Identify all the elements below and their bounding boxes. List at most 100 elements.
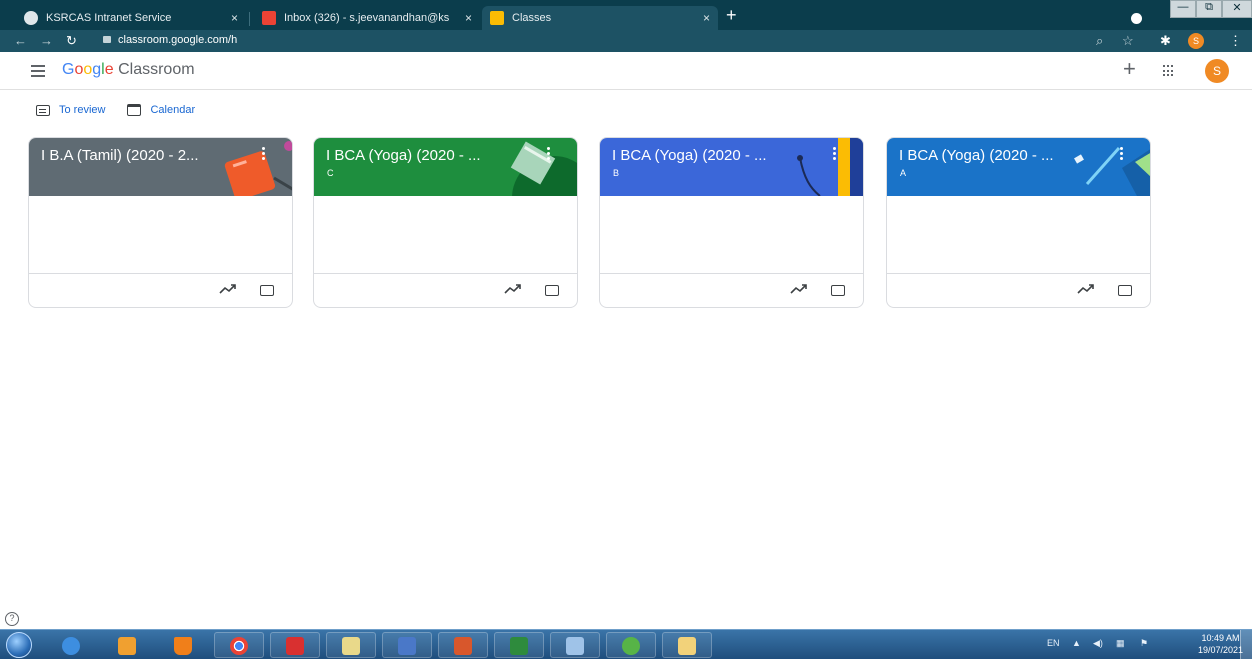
- bookmark-star-icon[interactable]: ☆: [1122, 33, 1134, 49]
- create-join-button[interactable]: +: [1123, 58, 1136, 80]
- class-banner[interactable]: I B.A (Tamil) (2020 - 2...: [29, 138, 292, 196]
- class-section: C: [327, 168, 334, 178]
- pencil-illustration-icon: [1074, 147, 1150, 196]
- class-options-icon[interactable]: [262, 147, 265, 160]
- help-icon[interactable]: ?: [5, 612, 19, 626]
- class-title[interactable]: I BCA (Yoga) (2020 - ...: [899, 147, 1054, 164]
- trending-icon[interactable]: [790, 283, 808, 295]
- account-avatar[interactable]: S: [1205, 59, 1229, 83]
- system-clock[interactable]: 10:49 AM 19/07/2021: [1198, 632, 1243, 656]
- class-card-footer: [314, 274, 577, 307]
- class-banner[interactable]: I BCA (Yoga) (2020 - ... B: [600, 138, 863, 196]
- trending-icon[interactable]: [219, 283, 237, 295]
- classroom-header: Google Classroom + S: [0, 52, 1252, 90]
- utorrent-button[interactable]: [606, 632, 656, 658]
- browser-tabstrip: KSRCAS Intranet Service × Inbox (326) - …: [0, 0, 1252, 30]
- lock-icon: [103, 36, 111, 43]
- class-card-body: [600, 196, 863, 274]
- book-illustration-icon: [224, 141, 292, 196]
- tab-close-icon[interactable]: ×: [703, 11, 710, 25]
- class-options-icon[interactable]: [833, 147, 836, 160]
- tab-search-icon[interactable]: [1131, 13, 1142, 24]
- class-card[interactable]: I BCA (Yoga) (2020 - ... C: [313, 137, 578, 308]
- minimize-button[interactable]: —: [1170, 0, 1196, 18]
- gmail-icon: [262, 11, 276, 25]
- site-favicon-icon: [24, 11, 38, 25]
- trending-icon[interactable]: [504, 283, 522, 295]
- powerpoint-icon: [454, 637, 472, 655]
- class-folder-icon[interactable]: [545, 285, 559, 296]
- reload-icon[interactable]: ↻: [66, 33, 77, 49]
- classroom-logo[interactable]: Google Classroom: [62, 61, 195, 79]
- vlc-icon: [174, 637, 192, 655]
- zoom-icon[interactable]: ⌕: [1096, 33, 1103, 49]
- main-menu-icon[interactable]: [31, 65, 45, 77]
- extensions-icon[interactable]: ✱: [1160, 33, 1171, 49]
- class-folder-icon[interactable]: [260, 285, 274, 296]
- profile-avatar[interactable]: S: [1188, 33, 1204, 49]
- class-card-footer: [29, 274, 292, 307]
- media-player-button[interactable]: [102, 632, 152, 658]
- tab-gmail[interactable]: Inbox (326) - s.jeevanandhan@ks ×: [254, 6, 480, 30]
- class-folder-icon[interactable]: [1118, 285, 1132, 296]
- language-indicator[interactable]: EN: [1047, 638, 1060, 648]
- chart-app-icon: [342, 637, 360, 655]
- class-banner[interactable]: I BCA (Yoga) (2020 - ... C: [314, 138, 577, 196]
- class-card[interactable]: I B.A (Tamil) (2020 - 2...: [28, 137, 293, 308]
- volume-icon[interactable]: ◀): [1093, 638, 1103, 649]
- maximize-button[interactable]: ⧉: [1196, 0, 1222, 18]
- forward-icon[interactable]: →: [40, 33, 53, 49]
- class-options-icon[interactable]: [1120, 147, 1123, 160]
- google-apps-icon[interactable]: [1163, 65, 1175, 77]
- back-icon[interactable]: ←: [14, 33, 27, 49]
- class-title[interactable]: I BCA (Yoga) (2020 - ...: [612, 147, 767, 164]
- app-red-button[interactable]: [270, 632, 320, 658]
- address-bar[interactable]: classroom.google.com/h: [118, 34, 237, 46]
- class-card-footer: [600, 274, 863, 307]
- class-card-body: [29, 196, 292, 274]
- notebook-illustration-icon: [510, 141, 577, 196]
- network-icon[interactable]: ▦: [1116, 638, 1125, 649]
- class-title[interactable]: I B.A (Tamil) (2020 - 2...: [41, 147, 199, 164]
- tab-title: KSRCAS Intranet Service: [46, 12, 172, 24]
- class-section: A: [900, 168, 907, 178]
- word-button[interactable]: [382, 632, 432, 658]
- to-review-link[interactable]: To review: [59, 104, 105, 116]
- media-player-icon: [118, 637, 136, 655]
- explorer-button[interactable]: [662, 632, 712, 658]
- paint-button[interactable]: [550, 632, 600, 658]
- class-folder-icon[interactable]: [831, 285, 845, 296]
- tab-ksrcas[interactable]: KSRCAS Intranet Service ×: [16, 6, 246, 30]
- class-options-icon[interactable]: [547, 147, 550, 160]
- class-title[interactable]: I BCA (Yoga) (2020 - ...: [326, 147, 481, 164]
- excel-button[interactable]: [494, 632, 544, 658]
- vlc-button[interactable]: [158, 632, 208, 658]
- chrome-icon: [230, 637, 248, 655]
- new-tab-button[interactable]: +: [726, 6, 737, 24]
- calendar-link[interactable]: Calendar: [150, 104, 195, 116]
- calendar-icon: [127, 104, 142, 116]
- internet-explorer-button[interactable]: [46, 632, 96, 658]
- headphones-illustration-icon: [797, 138, 863, 196]
- product-name: Classroom: [118, 61, 195, 78]
- paint-icon: [566, 637, 584, 655]
- tab-title: Inbox (326) - s.jeevanandhan@ks: [284, 12, 450, 24]
- class-card[interactable]: I BCA (Yoga) (2020 - ... B: [599, 137, 864, 308]
- chart-app-button[interactable]: [326, 632, 376, 658]
- tab-close-icon[interactable]: ×: [465, 11, 472, 25]
- class-card[interactable]: I BCA (Yoga) (2020 - ... A: [886, 137, 1151, 308]
- powerpoint-button[interactable]: [438, 632, 488, 658]
- close-window-button[interactable]: ✕: [1222, 0, 1252, 18]
- show-desktop-button[interactable]: [1240, 630, 1252, 660]
- classroom-subnav: To review Calendar: [36, 104, 195, 116]
- trending-icon[interactable]: [1077, 283, 1095, 295]
- show-hidden-icons-icon[interactable]: ▲: [1072, 638, 1081, 648]
- tab-close-icon[interactable]: ×: [231, 11, 238, 25]
- class-banner[interactable]: I BCA (Yoga) (2020 - ... A: [887, 138, 1150, 196]
- clock-time: 10:49 AM: [1201, 633, 1240, 643]
- start-button[interactable]: [6, 632, 32, 658]
- action-center-flag-icon[interactable]: ⚑: [1140, 638, 1148, 649]
- chrome-taskbar-button[interactable]: [214, 632, 264, 658]
- browser-menu-icon[interactable]: ⋮: [1229, 33, 1242, 49]
- tab-classes[interactable]: Classes ×: [482, 6, 718, 30]
